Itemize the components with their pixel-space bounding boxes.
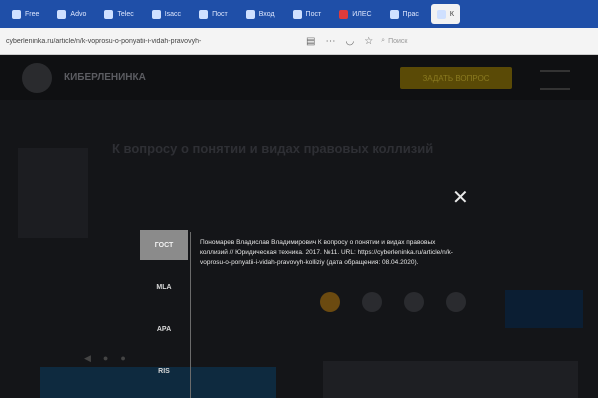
modal-divider [190,232,191,398]
bookmark-star-icon[interactable]: ☆ [364,36,373,47]
style-ris-button[interactable]: RIS [140,356,188,386]
share-icon[interactable]: ● [103,353,108,364]
page-content: КИБЕРЛЕНИНКА ЗАДАТЬ ВОПРОС К вопросу о п… [0,55,598,398]
share-icons: ◀ ● ● [84,353,126,364]
style-apa-button[interactable]: APA [140,314,188,344]
browser-tab[interactable]: Пост [193,4,234,24]
reader-view-icon[interactable]: ▤ [306,36,315,47]
tab-favicon-icon [12,9,21,19]
browser-tab[interactable]: Прас [384,4,425,24]
browser-tab-active[interactable]: К [430,4,460,24]
tab-label: Пост [305,10,322,18]
browser-tab[interactable]: ИЛЕС [333,4,377,24]
like-icon[interactable] [320,292,340,312]
tab-label: Isacc [164,10,182,18]
tab-favicon-icon [245,9,255,19]
tab-favicon-icon [151,9,161,19]
browser-tab[interactable]: Advo [51,4,92,24]
browser-tab[interactable]: Вход [240,4,281,24]
style-gost-button[interactable]: ГОСТ [140,230,188,260]
ask-question-button[interactable]: ЗАДАТЬ ВОПРОС [400,67,512,89]
tab-label: Пост [212,10,228,18]
cite-icon[interactable] [404,292,424,312]
browser-tab[interactable]: Free [6,4,45,24]
browser-tabbar: Free Advo Telec Isacc Пост Вход Пост ИЛЕ… [0,0,598,28]
url-field[interactable]: cyberleninka.ru/article/n/k-voprosu-o-po… [6,38,296,45]
style-mla-button[interactable]: MLA [140,272,188,302]
tab-favicon-icon [199,9,209,19]
more-icon[interactable]: ⋯ [325,36,335,47]
tab-label: Вход [258,10,275,18]
tab-label: ИЛЕС [352,10,372,18]
tab-favicon-icon [339,9,349,19]
download-icon[interactable] [446,292,466,312]
tab-label: Telec [117,10,134,18]
menu-icon[interactable] [540,70,570,90]
article-actions [320,292,466,312]
search-icon: ⌕ [381,37,386,44]
tab-label: К [449,10,454,18]
browser-tab[interactable]: Пост [287,4,328,24]
share-icon[interactable]: ◀ [84,353,91,364]
address-bar: cyberleninka.ru/article/n/k-voprosu-o-po… [0,28,598,55]
article-title: К вопросу о понятии и видах правовых кол… [112,141,434,156]
site-brand: КИБЕРЛЕНИНКА [64,72,146,83]
download-button[interactable] [505,290,583,328]
promo-image [323,361,578,398]
tab-favicon-icon [436,9,446,19]
pocket-icon[interactable]: ◡ [345,36,354,47]
browser-tab[interactable]: Isacc [146,4,187,24]
tab-favicon-icon [104,9,114,19]
citation-style-list: ГОСТ MLA APA RIS [140,230,188,398]
tab-label: Advo [70,10,87,18]
tab-label: Прас [402,10,419,18]
bookmark-icon[interactable] [362,292,382,312]
tab-favicon-icon [57,9,67,19]
site-header: КИБЕРЛЕНИНКА ЗАДАТЬ ВОПРОС [0,55,598,100]
search-box[interactable]: ⌕ Поиск [381,37,407,45]
search-placeholder: Поиск [388,37,408,45]
share-icon[interactable]: ● [120,353,125,364]
tab-favicon-icon [292,9,302,19]
close-icon[interactable]: ✕ [452,185,469,210]
browser-tab[interactable]: Telec [98,4,139,24]
tab-favicon-icon [389,9,399,19]
citation-text[interactable]: Пономарев Владислав Владимирович К вопро… [200,238,460,268]
side-nav [18,148,88,238]
site-logo[interactable] [22,63,52,93]
tab-label: Free [25,10,40,18]
